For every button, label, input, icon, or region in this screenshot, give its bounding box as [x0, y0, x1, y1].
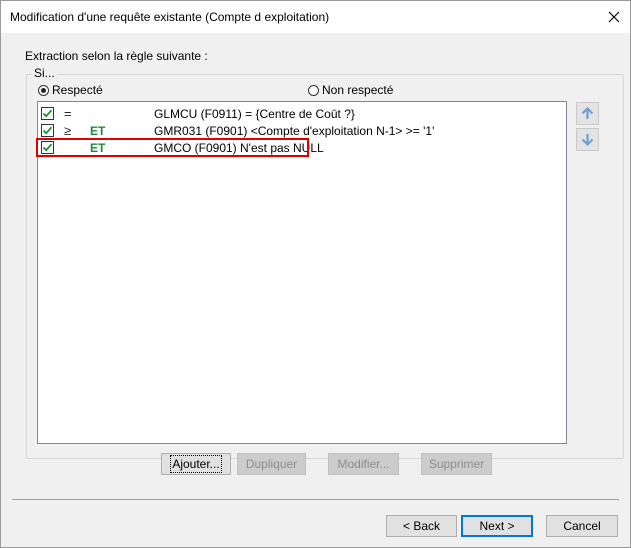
condition-row[interactable]: = GLMCU (F0911) = {Centre de Coût ?}	[38, 105, 566, 121]
group-caption: Si...	[32, 66, 57, 80]
cancel-button-label: Cancel	[563, 519, 601, 533]
dialog-window: Modification d'une requête existante (Co…	[0, 0, 631, 548]
delete-button-label: Supprimer	[428, 457, 485, 471]
modify-button-label: Modifier...	[337, 457, 390, 471]
close-button[interactable]	[597, 1, 630, 33]
operator-equals-icon: =	[64, 106, 72, 121]
checkmark-icon	[42, 109, 53, 118]
radio-not-respected-label: Non respecté	[322, 83, 394, 97]
condition-row[interactable]: ≥ ET GMR031 (F0901) <Compte d'exploitati…	[38, 122, 566, 138]
duplicate-button[interactable]: Dupliquer	[237, 453, 306, 475]
radio-respected[interactable]: Respecté	[38, 83, 103, 97]
move-down-button[interactable]	[576, 128, 599, 151]
window-title: Modification d'une requête existante (Co…	[10, 10, 330, 24]
next-button[interactable]: Next >	[461, 515, 533, 537]
condition-text: GLMCU (F0911) = {Centre de Coût ?}	[154, 107, 355, 121]
radio-indicator	[308, 84, 319, 96]
radio-indicator	[38, 84, 49, 96]
condition-checkbox[interactable]	[41, 107, 54, 120]
rule-label: Extraction selon la règle suivante :	[25, 49, 208, 63]
back-button[interactable]: < Back	[386, 515, 457, 537]
add-button-label: Ajouter...	[170, 455, 222, 473]
condition-text: GMR031 (F0901) <Compte d'exploitation N-…	[154, 124, 435, 138]
radio-respected-label: Respecté	[52, 83, 103, 97]
condition-checkbox[interactable]	[41, 124, 54, 137]
highlight-box	[36, 138, 309, 157]
arrow-down-icon	[581, 134, 594, 147]
operator-gte-icon: ≥	[64, 123, 72, 138]
footer-separator	[12, 499, 619, 500]
close-icon	[608, 11, 619, 23]
duplicate-button-label: Dupliquer	[245, 457, 298, 471]
add-button[interactable]: Ajouter...	[161, 453, 231, 475]
next-button-label: Next >	[479, 519, 515, 533]
title-bar: Modification d'une requête existante (Co…	[1, 1, 630, 33]
back-button-label: < Back	[402, 519, 441, 533]
arrow-up-icon	[581, 106, 594, 119]
conjunction-label: ET	[90, 124, 106, 138]
modify-button[interactable]: Modifier...	[328, 453, 399, 475]
checkmark-icon	[42, 126, 53, 135]
move-up-button[interactable]	[576, 102, 599, 125]
radio-not-respected[interactable]: Non respecté	[308, 83, 393, 97]
delete-button[interactable]: Supprimer	[421, 453, 492, 475]
cancel-button[interactable]: Cancel	[546, 515, 618, 537]
